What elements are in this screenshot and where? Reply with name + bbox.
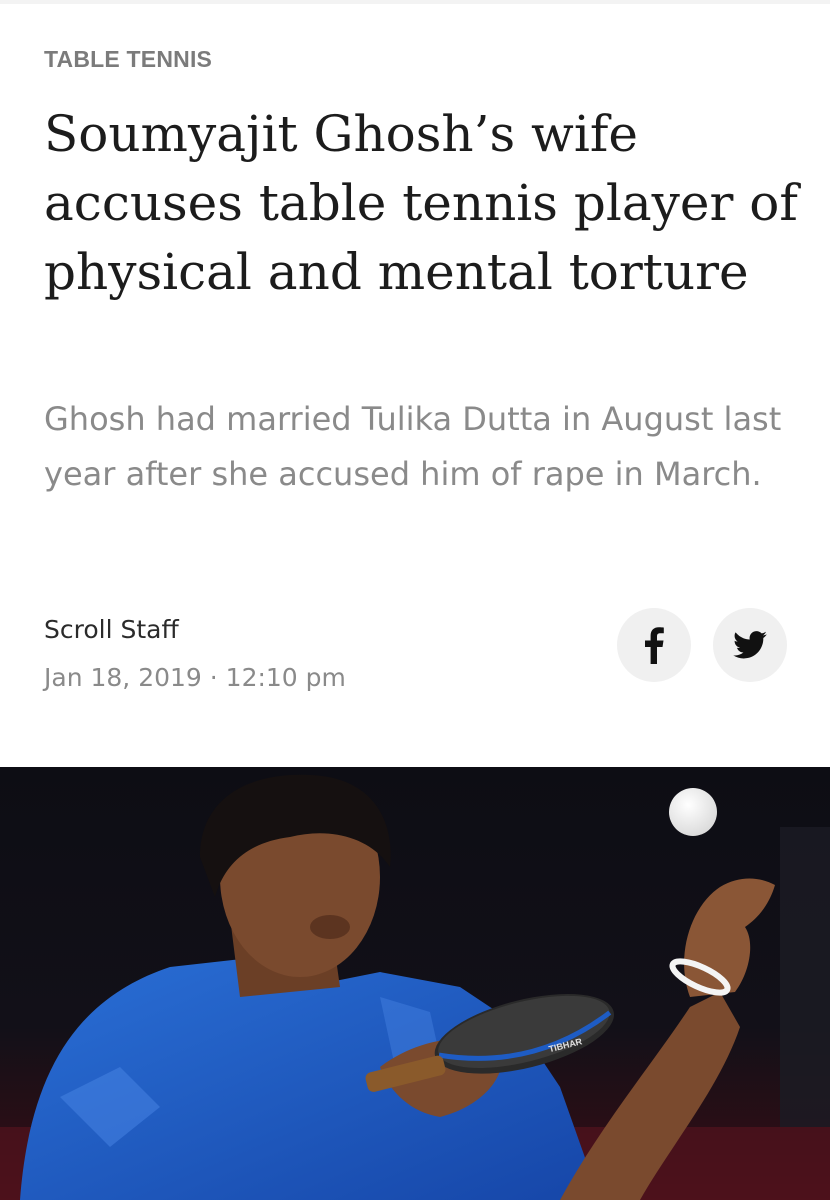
facebook-share-button[interactable] bbox=[617, 608, 691, 682]
author-name[interactable]: Scroll Staff bbox=[44, 615, 179, 644]
article-summary: Ghosh had married Tulika Dutta in August… bbox=[44, 400, 782, 493]
publish-date: Jan 18, 2019 bbox=[44, 663, 202, 692]
ping-pong-ball bbox=[669, 788, 717, 836]
twitter-icon bbox=[733, 631, 767, 659]
twitter-share-button[interactable] bbox=[713, 608, 787, 682]
publish-datetime: Jan 18, 2019 · 12:10 pm bbox=[44, 663, 346, 692]
publish-time: 12:10 pm bbox=[225, 663, 346, 692]
article-hero-image: TIBHAR bbox=[0, 767, 830, 1200]
category-label[interactable]: TABLE TENNIS bbox=[44, 46, 212, 73]
date-separator: · bbox=[209, 663, 218, 692]
facebook-icon bbox=[645, 627, 664, 664]
headline: Soumyajit Ghosh’s wife accuses table ten… bbox=[44, 105, 798, 301]
top-divider bbox=[0, 0, 830, 4]
